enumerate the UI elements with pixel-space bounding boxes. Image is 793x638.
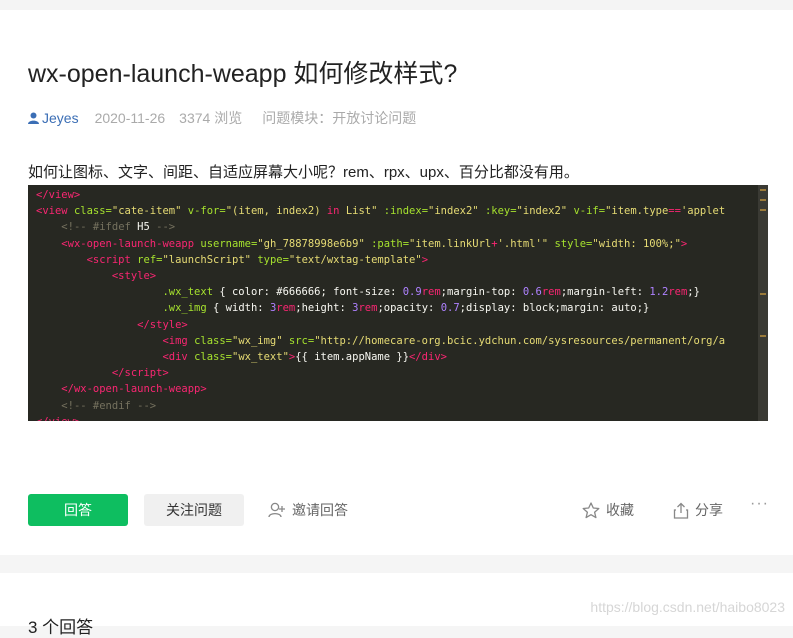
answer-button[interactable]: 回答 [28,494,128,526]
collect-button[interactable]: 收藏 [582,500,634,520]
question-body: 如何让图标、文字、间距、自适应屏幕大小呢？rem、rpx、upx、百分比都没有用… [28,164,579,181]
view-count: 3374 浏览 [179,110,243,126]
question-title: wx-open-launch-weapp 如何修改样式? [28,60,458,88]
watermark: https://blog.csdn.net/haibo8023 [590,599,785,615]
user-icon [28,112,39,124]
module-label: 问题模块： [262,110,333,126]
code-screenshot: </view> <view class="cate-item" v-for="(… [28,185,768,421]
top-strip [0,0,793,10]
author-name: Jeyes [42,110,79,126]
code-scroll-gutter [758,185,768,421]
star-icon [582,501,600,518]
invite-label: 邀请回答 [292,502,348,518]
share-icon [673,502,689,519]
author-link[interactable]: Jeyes [28,110,79,126]
question-card: wx-open-launch-weapp 如何修改样式? Jeyes 2020-… [0,10,793,555]
question-actions: 回答 关注问题 邀请回答 收藏 分享 ··· [28,494,768,526]
question-meta: Jeyes 2020-11-26 3374 浏览 问题模块： 开放讨论问题 [28,108,416,128]
share-label: 分享 [695,502,723,518]
question-date: 2020-11-26 [94,110,166,126]
invite-answer-button[interactable]: 邀请回答 [268,500,348,520]
more-button[interactable]: ··· [750,495,769,513]
module-link[interactable]: 开放讨论问题 [332,108,416,128]
follow-question-button[interactable]: 关注问题 [144,494,244,526]
share-button[interactable]: 分享 [673,500,723,520]
invite-user-icon [268,502,285,518]
collect-label: 收藏 [606,502,634,518]
